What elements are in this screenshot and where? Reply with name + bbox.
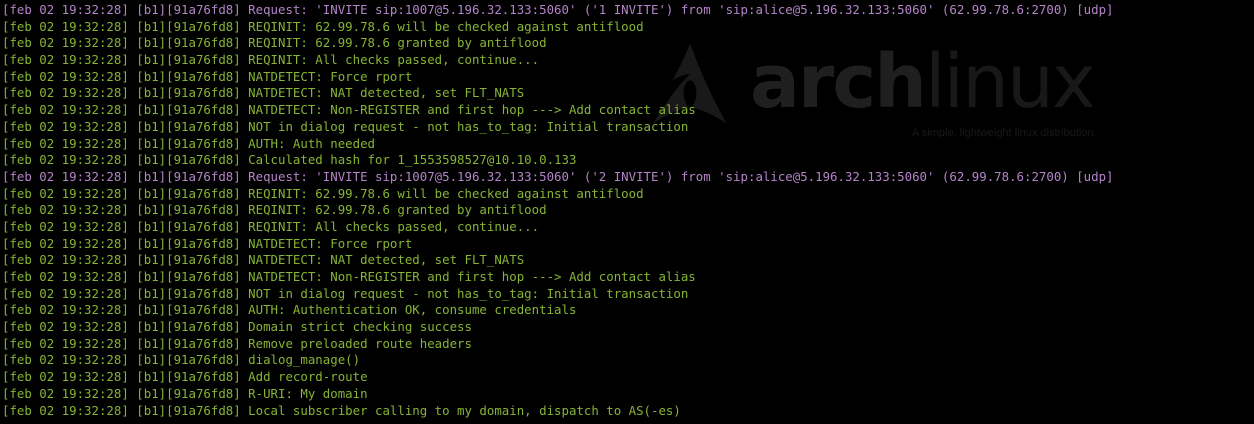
log-line: [feb 02 19:32:28] [b1][91a76fd8] NATDETE… <box>2 68 413 84</box>
log-line: [feb 02 19:32:28] [b1][91a76fd8] REQINIT… <box>2 202 547 218</box>
log-line: [feb 02 19:32:28] [b1][91a76fd8] Local s… <box>2 402 681 418</box>
log-line: [feb 02 19:32:28] [b1][91a76fd8] Remove … <box>2 335 472 351</box>
log-line: [feb 02 19:32:28] [b1][91a76fd8] AUTH: A… <box>2 302 577 318</box>
log-line: [feb 02 19:32:28] [b1][91a76fd8] NATDETE… <box>2 269 696 284</box>
log-line: [feb 02 19:32:28] [b1][91a76fd8] NATDETE… <box>2 235 413 251</box>
log-line: [feb 02 19:32:28] [b1][91a76fd8] Calcula… <box>2 152 577 168</box>
log-line: [feb 02 19:32:28] [b1][91a76fd8] REQINIT… <box>2 52 540 68</box>
log-line: [feb 02 19:32:28] [b1][91a76fd8] R-URI: … <box>2 385 368 401</box>
log-line: [feb 02 19:32:28] [b1][91a76fd8] REQINIT… <box>2 18 644 34</box>
log-line-request: [feb 02 19:32:28] [b1][91a76fd8] Request… <box>2 168 1114 184</box>
log-line: [feb 02 19:32:28] [b1][91a76fd8] REQINIT… <box>2 185 644 201</box>
log-line: [feb 02 19:32:28] [b1][91a76fd8] NOT in … <box>2 285 689 301</box>
terminal-window[interactable]: archlinux A simple, lightweight linux di… <box>0 0 1254 424</box>
log-line: [feb 02 19:32:28] [b1][91a76fd8] AUTH: A… <box>2 135 375 151</box>
log-line: [feb 02 19:32:28] [b1][91a76fd8] dialog_… <box>2 352 361 368</box>
log-line: [feb 02 19:32:28] [b1][91a76fd8] NOT in … <box>2 118 689 134</box>
log-line: [feb 02 19:32:28] [b1][91a76fd8] Domain … <box>2 319 472 335</box>
log-line: [feb 02 19:32:28] [b1][91a76fd8] NATDETE… <box>2 252 525 268</box>
log-line: [feb 02 19:32:28] [b1][91a76fd8] REQINIT… <box>2 218 540 234</box>
log-line: [feb 02 19:32:28] [b1][91a76fd8] NATDETE… <box>2 85 525 101</box>
log-line: [feb 02 19:32:28] [b1][91a76fd8] NATDETE… <box>2 102 696 118</box>
log-line: [feb 02 19:32:28] [b1][91a76fd8] Add rec… <box>2 369 368 385</box>
log-line: [feb 02 19:32:28] [b1][91a76fd8] REQINIT… <box>2 35 547 51</box>
log-line-request: [feb 02 19:32:28] [b1][91a76fd8] Request… <box>2 2 1114 17</box>
terminal-log-output[interactable]: [feb 02 19:32:28] [b1][91a76fd8] Request… <box>2 2 1114 419</box>
